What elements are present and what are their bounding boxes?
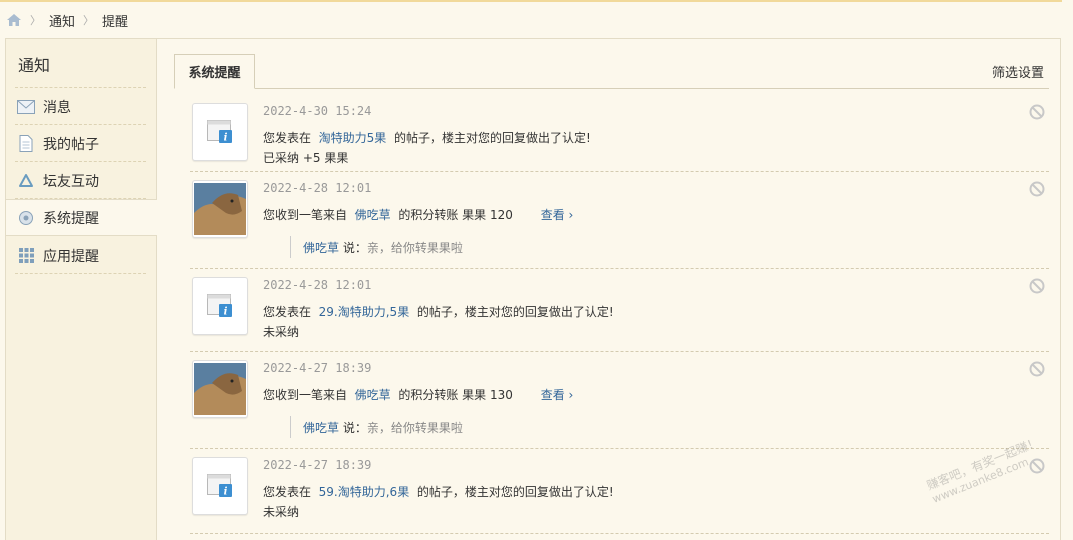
- sidebar-item-label: 消息: [43, 99, 71, 116]
- notice-time: 2022-4-28 12:01: [263, 278, 372, 292]
- notice-result: 已采纳 +5 果果: [263, 151, 349, 165]
- grid-icon: [17, 247, 35, 265]
- user-link[interactable]: 佛吃草: [355, 388, 391, 402]
- notice-result: 未采纳: [263, 325, 300, 339]
- message-text: 的帖子，楼主对您的回复做出了认定!: [416, 305, 614, 319]
- note-text: 亲，给你转果果啦: [366, 240, 463, 255]
- filter-settings-link[interactable]: 筛选设置: [992, 62, 1044, 81]
- avatar[interactable]: [192, 360, 248, 418]
- note-text: 亲，给你转果果啦: [366, 420, 463, 435]
- notice-item: i 2022-4-28 12:01 您发表在 29.淘特助力,5果 的帖子，楼主…: [190, 269, 1049, 352]
- home-icon[interactable]: [6, 12, 22, 28]
- sidebar-item-label: 坛友互动: [43, 173, 99, 190]
- message-text: 的帖子，楼主对您的回复做出了认定!: [393, 131, 591, 145]
- said-label: 说：: [342, 240, 367, 255]
- sidebar-item-interaction[interactable]: 坛友互动: [6, 162, 156, 199]
- message-text: 您收到一笔来自: [263, 388, 348, 402]
- view-link[interactable]: 查看 ›: [541, 208, 574, 222]
- sidebar-item-messages[interactable]: 消息: [6, 88, 156, 125]
- sidebar-item-my-posts[interactable]: 我的帖子: [6, 125, 156, 162]
- breadcrumb-item-notice[interactable]: 通知: [49, 11, 75, 30]
- notice-time: 2022-4-27 18:39: [263, 361, 372, 375]
- content-area: 系统提醒 筛选设置 i 2022-4-30 15:24 您发表在 淘特助力5果 …: [172, 39, 1060, 540]
- said-label: 说：: [342, 420, 367, 435]
- notice-item: 2022-4-28 12:01 您收到一笔来自 佛吃草 的积分转账 果果 120…: [190, 172, 1049, 269]
- thread-link[interactable]: 29.淘特助力,5果: [319, 305, 410, 319]
- avatar[interactable]: [192, 180, 248, 238]
- notice-item: i 2022-4-27 18:39 您发表在 59.淘特助力,6果 的帖子，楼主…: [190, 449, 1049, 534]
- sidebar-item-system-reminder[interactable]: 系统提醒: [6, 199, 157, 236]
- message-text: 的积分转账 果果 130: [398, 388, 513, 402]
- message-text: 您发表在: [263, 305, 312, 319]
- notice-item: i 2022-4-30 15:24 您发表在 淘特助力5果 的帖子，楼主对您的回…: [190, 95, 1049, 172]
- message-text: 的积分转账 果果 120: [398, 208, 513, 222]
- system-notice-icon: i: [192, 103, 248, 161]
- sidebar-title: 通知: [18, 56, 51, 75]
- notice-message: 您发表在 淘特助力5果 的帖子，楼主对您的回复做出了认定!: [263, 129, 591, 146]
- ignore-icon[interactable]: [1029, 181, 1045, 197]
- thread-link[interactable]: 淘特助力5果: [319, 131, 387, 145]
- message-text: 您发表在: [263, 485, 312, 499]
- ignore-icon[interactable]: [1029, 361, 1045, 377]
- system-notice-icon: i: [192, 457, 248, 515]
- top-accent-line: [0, 0, 1062, 2]
- transfer-note: 佛吃草 说： 亲，给你转果果啦: [290, 416, 463, 438]
- system-notice-icon: i: [192, 277, 248, 335]
- envelope-icon: [17, 98, 35, 116]
- recycle-icon: [17, 172, 35, 190]
- tab-bar-underline: [174, 88, 1049, 89]
- svg-text:i: i: [224, 487, 228, 498]
- view-link[interactable]: 查看 ›: [541, 388, 574, 402]
- notice-message: 您收到一笔来自 佛吃草 的积分转账 果果 130 查看 ›: [263, 386, 573, 403]
- sidebar-item-app-reminder[interactable]: 应用提醒: [6, 237, 156, 274]
- notice-message: 您发表在 59.淘特助力,6果 的帖子，楼主对您的回复做出了认定!: [263, 483, 614, 500]
- user-link[interactable]: 佛吃草: [355, 208, 391, 222]
- notice-message: 您发表在 29.淘特助力,5果 的帖子，楼主对您的回复做出了认定!: [263, 303, 614, 320]
- user-link[interactable]: 佛吃草: [303, 239, 339, 256]
- breadcrumb-separator: 〉: [30, 14, 41, 27]
- message-text: 的帖子，楼主对您的回复做出了认定!: [416, 485, 614, 499]
- tab-system-reminder[interactable]: 系统提醒: [174, 54, 255, 89]
- notice-message: 您收到一笔来自 佛吃草 的积分转账 果果 120 查看 ›: [263, 206, 573, 223]
- notice-time: 2022-4-27 18:39: [263, 458, 372, 472]
- message-text: 您发表在: [263, 131, 312, 145]
- ignore-icon[interactable]: [1029, 278, 1045, 294]
- sidebar-item-label: 我的帖子: [43, 136, 99, 153]
- message-text: 您收到一笔来自: [263, 208, 348, 222]
- sidebar-item-label: 应用提醒: [43, 248, 99, 265]
- document-icon: [17, 135, 35, 153]
- ignore-icon[interactable]: [1029, 104, 1045, 120]
- breadcrumb-item-reminder: 提醒: [102, 14, 129, 30]
- main-frame: 通知 消息 我的帖子 坛友互动 系统提醒 应用提醒 系统提醒 筛选设置 i 20…: [5, 38, 1061, 540]
- sidebar-item-label: 系统提醒: [43, 210, 99, 227]
- divider: [15, 273, 146, 274]
- thread-link[interactable]: 59.淘特助力,6果: [319, 485, 410, 499]
- notice-result: 未采纳: [263, 505, 300, 519]
- gear-icon: [17, 209, 35, 227]
- notice-time: 2022-4-30 15:24: [263, 104, 372, 118]
- transfer-note: 佛吃草 说： 亲，给你转果果啦: [290, 236, 463, 258]
- notice-time: 2022-4-28 12:01: [263, 181, 372, 195]
- user-link[interactable]: 佛吃草: [303, 419, 339, 436]
- breadcrumb-separator: 〉: [83, 14, 95, 27]
- svg-text:i: i: [224, 307, 228, 318]
- breadcrumb: 〉 通知 〉 提醒: [6, 10, 128, 30]
- notice-item: 2022-4-27 18:39 您收到一笔来自 佛吃草 的积分转账 果果 130…: [190, 352, 1049, 449]
- sidebar: 通知 消息 我的帖子 坛友互动 系统提醒 应用提醒: [6, 39, 157, 540]
- svg-text:i: i: [224, 133, 228, 144]
